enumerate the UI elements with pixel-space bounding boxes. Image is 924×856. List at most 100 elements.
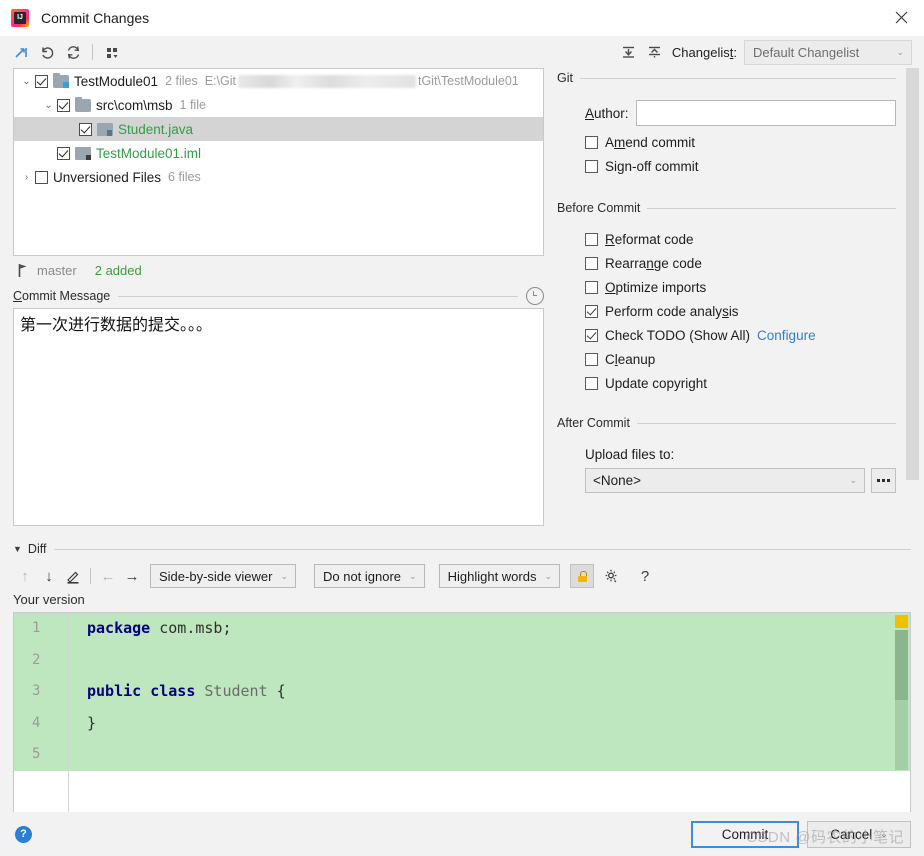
diff-code-pane[interactable]: 1 package com.msb; 2 3 public class Stud… (13, 612, 911, 812)
check-todo-checkbox[interactable] (585, 329, 598, 342)
toolbar-divider (92, 44, 93, 60)
chevron-down-icon[interactable]: ⌄ (18, 76, 35, 87)
scrollbar-thumb[interactable] (895, 630, 908, 700)
help-icon[interactable]: ? (15, 825, 32, 843)
cleanup-checkbox[interactable] (585, 353, 598, 366)
highlight-mode-value: Highlight words (447, 568, 537, 584)
tree-item-label: Student.java (118, 121, 194, 137)
author-field-row: Author: (585, 100, 896, 126)
perform-code-analysis-checkbox[interactable] (585, 305, 598, 318)
refresh-icon[interactable] (60, 40, 86, 64)
triangle-down-icon[interactable]: ▼ (13, 544, 22, 554)
reformat-code-checkbox[interactable] (585, 233, 598, 246)
cancel-button[interactable]: Cancel ⌄ (807, 820, 911, 848)
close-icon[interactable] (878, 0, 924, 34)
tree-row[interactable]: › Unversioned Files 6 files (14, 165, 543, 189)
amend-commit-checkbox[interactable] (585, 136, 598, 149)
group-by-icon[interactable] (99, 40, 125, 64)
tree-item-count: 6 files (168, 170, 201, 184)
accept-left-icon[interactable]: ← (96, 564, 120, 588)
viewer-mode-dropdown[interactable]: Side-by-side viewer ⌄ (150, 564, 296, 588)
title-bar: Commit Changes (0, 0, 924, 36)
sign-off-commit-checkbox[interactable] (585, 160, 598, 173)
tree-item-label: TestModule01.iml (96, 145, 202, 161)
rearrange-code-checkbox[interactable] (585, 257, 598, 270)
tree-row[interactable]: TestModule01.iml (14, 141, 543, 165)
tree-checkbox[interactable] (35, 74, 48, 88)
git-panel-scrollbar[interactable] (906, 68, 919, 536)
next-difference-icon[interactable]: ↓ (37, 564, 61, 588)
chevron-down-icon: ⌄ (896, 46, 904, 57)
show-diff-icon[interactable] (8, 40, 34, 64)
update-copyright-checkbox-row[interactable]: Update copyright (585, 376, 896, 391)
configure-todo-link[interactable]: Configure (757, 328, 816, 343)
line-text: package com.msb; (87, 619, 232, 637)
tree-checkbox[interactable] (57, 146, 70, 160)
rearrange-code-checkbox-row[interactable]: Rearrange code (585, 256, 896, 271)
author-label: Author: (585, 105, 629, 121)
update-copyright-checkbox[interactable] (585, 377, 598, 390)
toolbar-divider (90, 568, 91, 584)
chevron-down-icon[interactable]: ⌄ (40, 100, 57, 111)
commit-message-input[interactable]: 第一次进行数据的提交。。。 (13, 308, 544, 526)
sign-off-commit-checkbox-row[interactable]: Sign-off commit (585, 159, 896, 174)
accept-right-icon[interactable]: → (120, 564, 144, 588)
section-rule (647, 207, 896, 209)
check-todo-checkbox-row[interactable]: Check TODO (Show All) Configure (585, 328, 896, 343)
tree-row[interactable]: ⌄ src\com\msb 1 file (14, 93, 543, 117)
expand-all-icon[interactable] (616, 40, 642, 64)
tree-item-count: 1 file (179, 98, 206, 112)
commit-message-header: Commit Message (13, 284, 544, 308)
commit-button[interactable]: Commit (691, 820, 799, 848)
tree-checkbox[interactable] (35, 170, 48, 184)
changelist-label: Changelist: (671, 44, 737, 60)
reformat-code-label: Reformat code (605, 232, 694, 247)
cleanup-checkbox-row[interactable]: Cleanup (585, 352, 896, 367)
reformat-code-checkbox-row[interactable]: Reformat code (585, 232, 896, 247)
collapse-all-icon[interactable] (642, 40, 668, 64)
commit-message-text: 第一次进行数据的提交。。。 (20, 317, 213, 334)
after-commit-section-header: After Commit (557, 413, 896, 433)
browse-upload-target-button[interactable] (871, 468, 896, 493)
diff-section-header[interactable]: ▼ Diff (0, 538, 924, 560)
amend-commit-label: Amend commit (605, 135, 696, 150)
window-title: Commit Changes (41, 10, 150, 26)
line-number: 2 (32, 651, 41, 668)
lock-icon[interactable] (570, 564, 595, 588)
branch-change-count: 2 added (94, 262, 142, 278)
revert-icon[interactable] (34, 40, 60, 64)
highlight-mode-dropdown[interactable]: Highlight words ⌄ (438, 564, 561, 588)
tree-checkbox[interactable] (79, 122, 92, 136)
changelist-dropdown[interactable]: Default Changelist ⌄ (744, 39, 912, 65)
optimize-imports-checkbox-row[interactable]: Optimize imports (585, 280, 896, 295)
scrollbar-thumb[interactable] (906, 68, 919, 480)
tree-item-label: TestModule01 (74, 73, 159, 89)
tree-checkbox[interactable] (57, 98, 70, 112)
amend-commit-checkbox-row[interactable]: Amend commit (585, 135, 896, 150)
author-field[interactable] (635, 100, 896, 126)
code-lines: 1 package com.msb; 2 3 public class Stud… (14, 613, 910, 771)
chevron-down-icon: ⌄ (849, 475, 857, 485)
git-options-column: Git Author: Amend commit Sign-off commit (552, 68, 924, 538)
diff-toolbar: ↑ ↓ ← → Side-by-side viewer ⌄ Do not ign… (0, 560, 924, 592)
error-stripe-marker[interactable] (895, 615, 908, 628)
previous-difference-icon[interactable]: ↑ (13, 564, 37, 588)
tree-row[interactable]: ⌄ TestModule01 2 files E:\Git tGit\TestM… (14, 69, 543, 93)
edit-source-icon[interactable] (61, 564, 85, 588)
changes-tree[interactable]: ⌄ TestModule01 2 files E:\Git tGit\TestM… (13, 68, 544, 256)
chevron-down-icon: ⌄ (409, 570, 417, 581)
clock-history-icon[interactable] (526, 287, 544, 305)
tree-row[interactable]: Student.java (14, 117, 543, 141)
chevron-right-icon[interactable]: › (18, 172, 35, 183)
chevron-down-icon: ⌄ (280, 570, 288, 581)
diff-help-icon[interactable]: ? (632, 564, 658, 588)
upload-target-dropdown[interactable]: <None> ⌄ (585, 468, 865, 493)
diff-scrollbar[interactable] (895, 630, 908, 770)
whitespace-mode-dropdown[interactable]: Do not ignore ⌄ (313, 564, 425, 588)
gear-icon[interactable] (598, 564, 624, 588)
git-options-panel: Git Author: Amend commit Sign-off commit (552, 68, 924, 538)
before-commit-section-header: Before Commit (557, 198, 896, 218)
perform-code-analysis-checkbox-row[interactable]: Perform code analysis (585, 304, 896, 319)
optimize-imports-checkbox[interactable] (585, 281, 598, 294)
